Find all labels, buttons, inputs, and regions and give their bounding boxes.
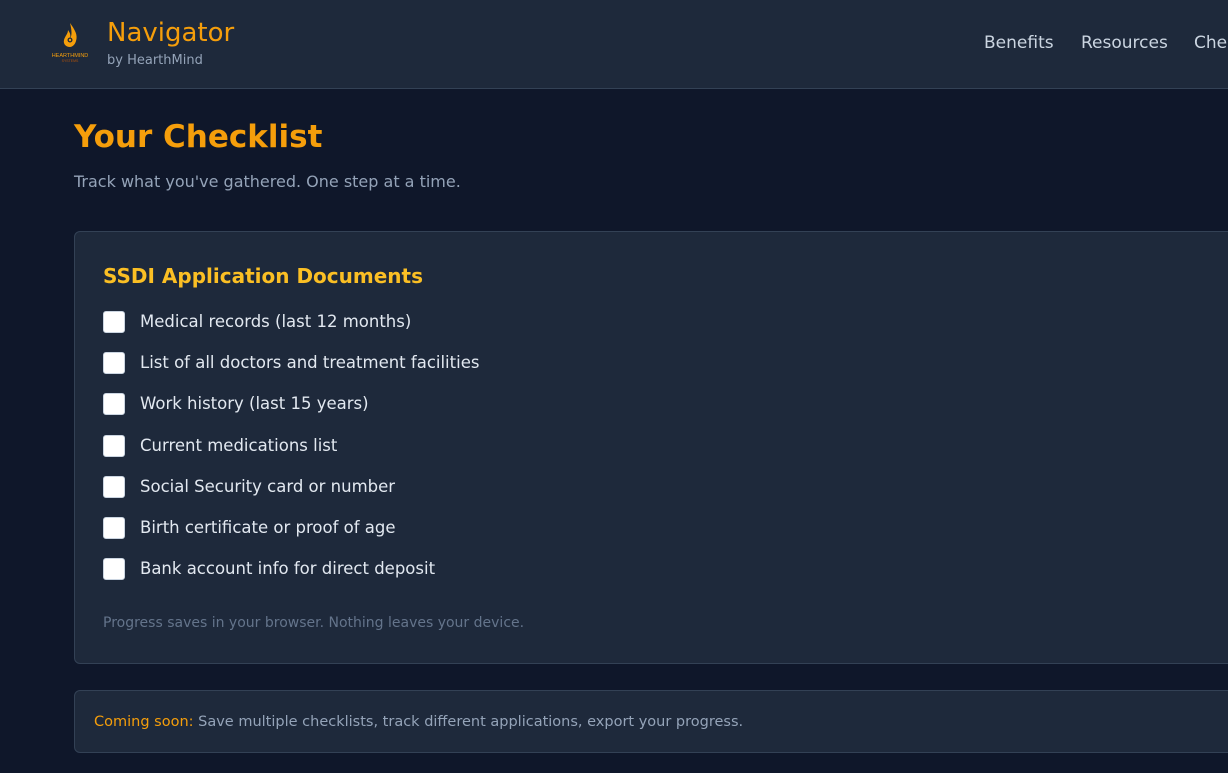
checkbox[interactable] [103,475,125,498]
checkbox[interactable] [103,393,125,416]
checklist-item-label: Current medications list [140,435,338,455]
nav-resources[interactable]: Resources [1081,32,1168,54]
checkbox[interactable] [103,352,125,375]
checklist-item-label: Social Security card or number [140,476,396,496]
coming-soon-description: Save multiple checklists, track differen… [193,714,744,730]
checklist-item-medications[interactable]: Current medications list [103,434,479,476]
page-title: Your Checklist [74,119,323,155]
checklist-item-bank-account[interactable]: Bank account info for direct deposit [103,558,479,599]
checklist-item-label: Bank account info for direct deposit [140,559,436,579]
checklist-item-label: List of all doctors and treatment facili… [140,353,480,373]
app-header: HEARTHMIND SYSTEMS Navigator by HearthMi… [0,0,1228,89]
checklist-item-birth-certificate[interactable]: Birth certificate or proof of age [103,516,479,558]
page-subtitle: Track what you've gathered. One step at … [74,172,461,191]
flame-logo-icon: HEARTHMIND SYSTEMS [52,23,88,63]
checklist-card: SSDI Application Documents Medical recor… [74,231,1228,664]
nav-checklist[interactable]: Checklist [1194,32,1228,54]
checklist-items: Medical records (last 12 months) List of… [103,311,479,599]
checklist-title: SSDI Application Documents [103,264,423,288]
checklist-item-social-security[interactable]: Social Security card or number [103,475,479,517]
svg-text:SYSTEMS: SYSTEMS [62,59,79,63]
checkbox[interactable] [103,434,125,457]
hearthmind-logo[interactable]: HEARTHMIND SYSTEMS [50,20,90,64]
checklist-item-doctors-list[interactable]: List of all doctors and treatment facili… [103,352,479,393]
coming-soon-label: Coming soon: [94,714,194,730]
checklist-item-work-history[interactable]: Work history (last 15 years) [103,393,479,434]
coming-soon-banner: Coming soon: Save multiple checklists, t… [74,690,1228,753]
brand-subtitle: by HearthMind [107,53,203,68]
checklist-item-medical-records[interactable]: Medical records (last 12 months) [103,311,479,352]
checklist-item-label: Medical records (last 12 months) [140,312,412,331]
checkbox[interactable] [103,311,125,333]
checkbox[interactable] [103,558,125,581]
nav-benefits[interactable]: Benefits [984,32,1054,54]
checklist-item-label: Birth certificate or proof of age [140,517,396,537]
checkbox[interactable] [103,516,125,539]
brand-title[interactable]: Navigator [107,17,234,49]
coming-soon-text: Coming soon: Save multiple checklists, t… [94,712,743,732]
checklist-item-label: Work history (last 15 years) [140,394,369,414]
progress-note: Progress saves in your browser. Nothing … [103,615,525,631]
